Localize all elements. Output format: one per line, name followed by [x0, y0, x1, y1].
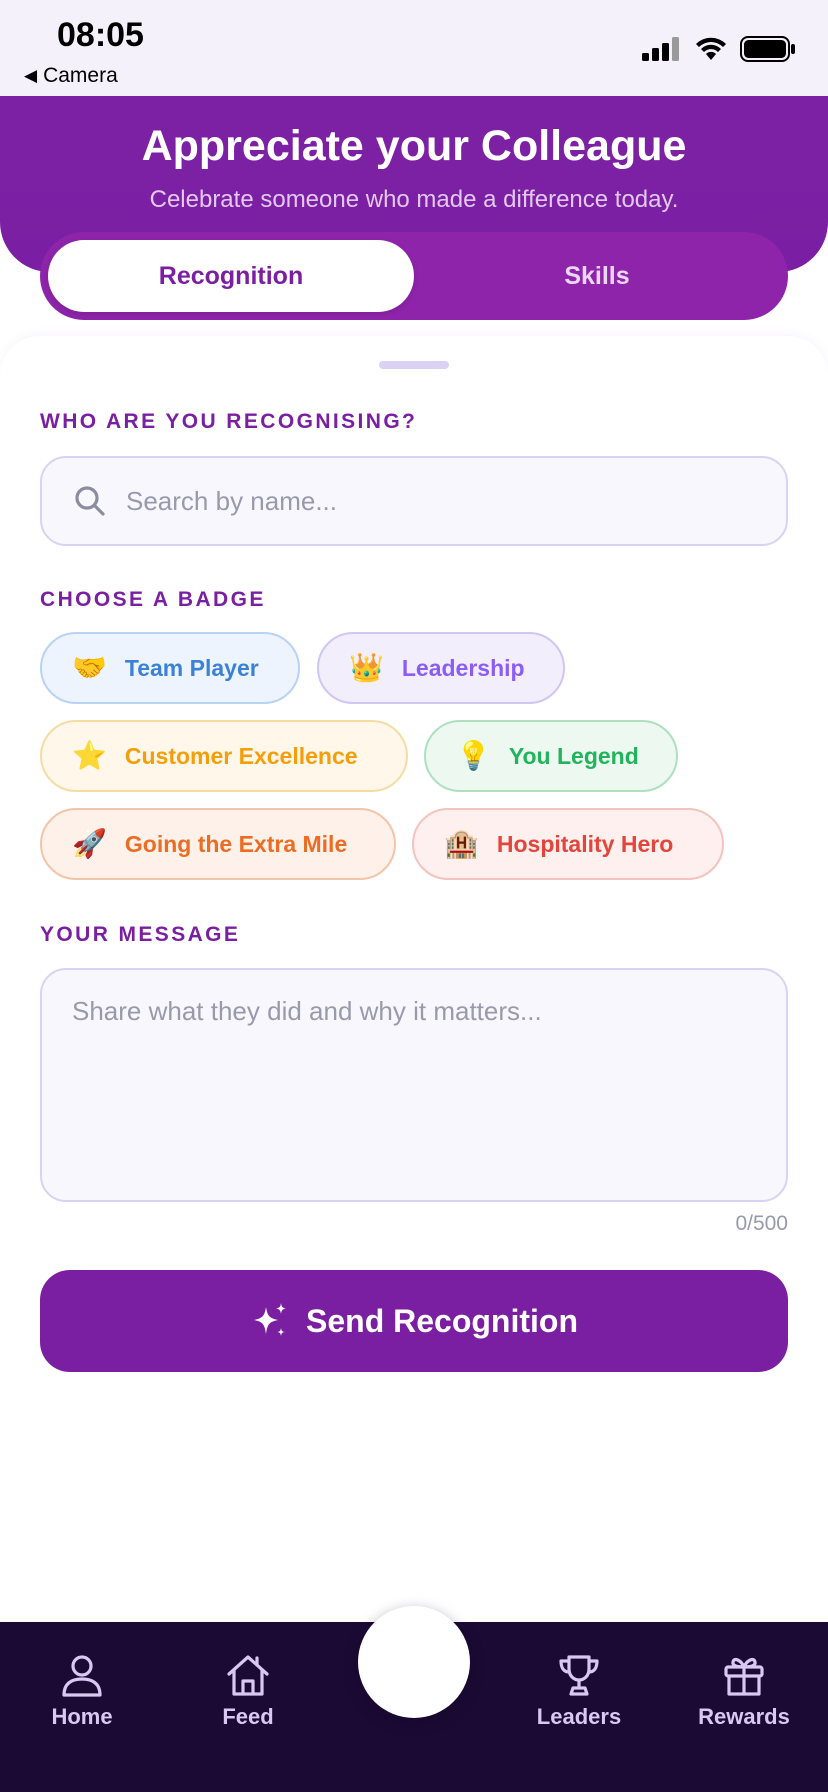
home-icon — [227, 1655, 269, 1696]
status-time: 08:05 — [57, 16, 144, 54]
badge-label: Going the Extra Mile — [124, 830, 348, 857]
search-icon — [75, 486, 105, 516]
tab-bar: Recognition Skills — [40, 232, 788, 320]
badge-label: Customer Excellence — [124, 742, 358, 769]
page-title: Appreciate your Colleague — [141, 122, 687, 170]
message-section-label: YOUR MESSAGE — [40, 923, 241, 946]
badge-section-label: CHOOSE A BADGE — [40, 588, 266, 611]
hotel-icon: 🏨 — [444, 827, 479, 860]
center-action-button[interactable] — [358, 1606, 470, 1718]
search-field[interactable] — [40, 456, 788, 546]
status-icons — [642, 36, 796, 62]
nav-feed[interactable]: Feed — [183, 1652, 313, 1730]
nav-label: Feed — [222, 1704, 274, 1729]
nav-label: Rewards — [698, 1704, 790, 1729]
tab-skills[interactable]: Skills — [414, 240, 780, 312]
status-bar: 08:05 ◀ Camera — [0, 0, 828, 96]
page-subtitle: Celebrate someone who made a difference … — [149, 186, 679, 213]
lightbulb-icon: 💡 — [456, 739, 491, 772]
search-input[interactable] — [126, 485, 746, 517]
recipient-section-label: WHO ARE YOU RECOGNISING? — [40, 410, 418, 433]
handshake-icon: 🤝 — [72, 651, 107, 684]
drag-handle[interactable] — [379, 361, 449, 369]
nav-label: Home — [51, 1704, 113, 1729]
send-button-label: Send Recognition — [306, 1302, 578, 1339]
badge-label: Leadership — [401, 654, 525, 681]
badge-label: Team Player — [124, 654, 259, 681]
battery-icon — [740, 36, 795, 62]
send-recognition-button[interactable]: Send Recognition — [40, 1270, 788, 1372]
star-icon: ⭐ — [72, 739, 107, 772]
rocket-icon: 🚀 — [72, 827, 107, 860]
badge-going-extra-mile[interactable]: 🚀 Going the Extra Mile — [40, 808, 396, 880]
badge-label: Hospitality Hero — [496, 830, 674, 857]
gift-icon — [724, 1657, 764, 1696]
badge-label: You Legend — [508, 742, 639, 769]
tab-recognition[interactable]: Recognition — [48, 240, 414, 312]
nav-leaders[interactable]: Leaders — [514, 1652, 644, 1730]
badge-customer-excellence[interactable]: ⭐ Customer Excellence — [40, 720, 408, 792]
badge-you-legend[interactable]: 💡 You Legend — [424, 720, 678, 792]
back-triangle-icon: ◀ — [24, 66, 38, 85]
badge-leadership[interactable]: 👑 Leadership — [317, 632, 565, 704]
badge-team-player[interactable]: 🤝 Team Player — [40, 632, 300, 704]
back-label: Camera — [43, 64, 118, 87]
character-counter: 0/500 — [735, 1212, 788, 1235]
wifi-icon — [696, 37, 726, 60]
message-field[interactable] — [40, 968, 788, 1202]
crown-icon: 👑 — [349, 651, 384, 684]
message-textarea[interactable] — [72, 996, 756, 1174]
back-to-camera-link[interactable]: ◀ Camera — [24, 64, 118, 88]
nav-home[interactable]: Home — [17, 1652, 147, 1730]
badge-hospitality-hero[interactable]: 🏨 Hospitality Hero — [412, 808, 724, 880]
nav-rewards[interactable]: Rewards — [679, 1652, 809, 1730]
trophy-icon — [559, 1655, 599, 1696]
cellular-signal-icon — [642, 37, 679, 61]
sparkles-icon — [254, 1303, 286, 1336]
user-icon — [62, 1655, 102, 1697]
nav-label: Leaders — [536, 1704, 622, 1729]
